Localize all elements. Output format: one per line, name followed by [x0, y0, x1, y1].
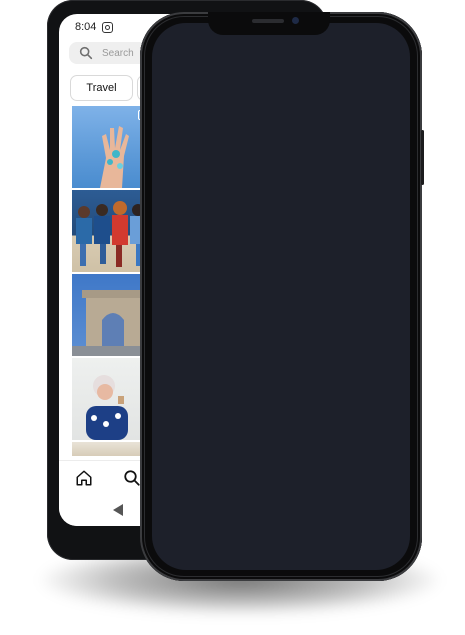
instagram-icon [102, 21, 114, 33]
search-nav-icon[interactable] [123, 469, 141, 487]
front-camera [292, 17, 299, 24]
speaker-grille [252, 19, 284, 23]
status-time: 8:04 [75, 21, 97, 33]
search-icon [79, 46, 93, 60]
back-triangle-icon[interactable] [113, 504, 123, 516]
iphone-screen [152, 23, 410, 570]
status-bar: 8:04 [75, 20, 114, 34]
iphone-side-button [421, 130, 424, 185]
search-placeholder: Search [102, 47, 134, 59]
home-icon[interactable] [75, 469, 93, 487]
iphone [140, 12, 422, 581]
iphone-notch [208, 12, 330, 35]
chip-travel[interactable]: Travel [70, 75, 133, 101]
